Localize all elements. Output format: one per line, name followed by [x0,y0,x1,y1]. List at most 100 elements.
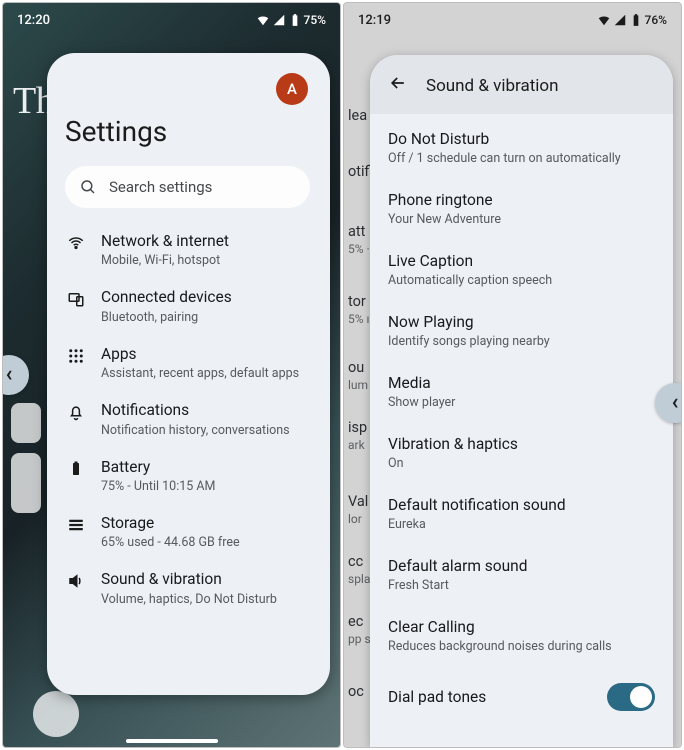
status-bar: 12:19 76% [344,3,681,37]
signal-icon [272,13,286,27]
item-subtitle: Off / 1 schedule can turn on automatical… [388,151,655,166]
chevron-left-icon: ‹ [672,392,679,414]
item-subtitle: Your New Adventure [388,212,655,227]
item-title: Default alarm sound [388,557,655,575]
settings-item-sound[interactable]: Sound & vibration Volume, haptics, Do Not… [65,560,320,616]
setting-clear-calling[interactable]: Clear Calling Reduces background noises d… [388,606,655,667]
background-widget [11,453,41,513]
peek-row: att5% · [344,223,372,256]
setting-alarm-sound[interactable]: Default alarm sound Fresh Start [388,545,655,606]
settings-item-battery[interactable]: Battery 75% - Until 10:15 AM [65,448,320,504]
battery-icon [288,13,302,27]
peek-row: Vallor [344,493,372,526]
setting-now-playing[interactable]: Now Playing Identify songs playing nearby [388,301,655,362]
item-subtitle: Identify songs playing nearby [388,334,655,349]
item-subtitle: Assistant, recent apps, default apps [101,366,299,381]
sound-settings-list: Do Not Disturb Off / 1 schedule can turn … [370,114,673,721]
peek-row: lea [344,107,372,124]
item-subtitle: Eureka [388,517,655,532]
setting-vibration[interactable]: Vibration & haptics On [388,423,655,484]
search-input[interactable]: Search settings [65,166,310,208]
signal-icon [613,13,627,27]
battery-percent: 76% [645,13,667,27]
settings-item-network[interactable]: Network & internet Mobile, Wi-Fi, hotspot [65,222,320,278]
item-subtitle: Show player [388,395,655,410]
item-subtitle: On [388,456,655,471]
item-subtitle: Reduces background noises during calls [388,639,655,654]
wifi-icon [256,13,270,27]
item-subtitle: Volume, haptics, Do Not Disturb [101,592,277,607]
item-title: Do Not Disturb [388,130,655,148]
battery-icon [629,13,643,27]
item-title: Network & internet [101,232,229,251]
item-subtitle: Bluetooth, pairing [101,310,232,325]
item-subtitle: 65% used - 44.68 GB free [101,535,240,550]
item-title: Sound & vibration [101,570,277,589]
storage-icon [67,516,85,538]
volume-icon [67,572,85,594]
setting-live-caption[interactable]: Live Caption Automatically caption speech [388,240,655,301]
panel-header: Sound & vibration [370,55,673,114]
item-title: Vibration & haptics [388,435,655,453]
item-title: Media [388,374,655,392]
clock: 12:19 [358,13,391,28]
settings-list: Network & internet Mobile, Wi-Fi, hotspot… [65,222,320,617]
item-title: Live Caption [388,252,655,270]
item-title: Battery [101,458,215,477]
settings-panel: A Settings Search settings Network & int… [47,53,330,695]
peek-row: oc [344,683,372,700]
item-subtitle: Mobile, Wi-Fi, hotspot [101,253,229,268]
panel-title: Sound & vibration [426,76,559,96]
item-title: Now Playing [388,313,655,331]
bell-icon [67,403,85,425]
item-subtitle: Fresh Start [388,578,655,593]
peek-row: otifi [344,163,372,180]
settings-item-devices[interactable]: Connected devices Bluetooth, pairing [65,278,320,334]
battery-percent: 75% [304,13,326,27]
search-placeholder: Search settings [109,178,212,196]
item-subtitle: Notification history, conversations [101,423,290,438]
settings-item-apps[interactable]: AppsAssistant, recent apps, default apps [65,335,320,391]
item-title: Clear Calling [388,618,655,636]
settings-item-storage[interactable]: Storage 65% used - 44.68 GB free [65,504,320,560]
page-title: Settings [65,115,320,148]
item-title: Dial pad tones [388,688,486,706]
setting-dnd[interactable]: Do Not Disturb Off / 1 schedule can turn … [388,118,655,179]
settings-item-notifications[interactable]: Notifications Notification history, conve… [65,391,320,447]
item-subtitle: 75% - Until 10:15 AM [101,479,215,494]
item-title: Notifications [101,401,290,420]
home-indicator[interactable] [126,739,218,743]
item-title: Phone ringtone [388,191,655,209]
status-bar: 12:20 75% [3,3,340,37]
search-icon [79,178,97,196]
clock: 12:20 [17,13,50,28]
wifi-icon [597,13,611,27]
chevron-left-icon: ‹ [6,364,13,386]
peek-row: tor5% ı [344,293,372,326]
setting-media[interactable]: Media Show player [388,362,655,423]
devices-icon [67,290,85,312]
dock-app[interactable] [33,691,79,737]
setting-notification-sound[interactable]: Default notification sound Eureka [388,484,655,545]
peek-row: ccspla [344,553,372,586]
item-title: Storage [101,514,240,533]
wifi-icon [67,234,85,256]
peek-row: ispark [344,419,372,452]
apps-icon [67,347,85,369]
back-button[interactable] [388,73,408,98]
status-icons: 76% [597,13,667,27]
profile-avatar[interactable]: A [276,73,308,105]
toggle-switch[interactable] [607,683,655,711]
setting-ringtone[interactable]: Phone ringtone Your New Adventure [388,179,655,240]
arrow-left-icon [388,73,408,93]
background-widget [11,403,41,443]
item-subtitle: Automatically caption speech [388,273,655,288]
status-icons: 75% [256,13,326,27]
item-title: Default notification sound [388,496,655,514]
peek-row: oulum [344,359,372,392]
battery-icon [67,460,85,482]
setting-dial-pad-tones[interactable]: Dial pad tones [388,667,655,721]
sound-settings-panel: Sound & vibration Do Not Disturb Off / 1 … [370,55,673,747]
dock [3,691,340,737]
item-title: Connected devices [101,288,232,307]
